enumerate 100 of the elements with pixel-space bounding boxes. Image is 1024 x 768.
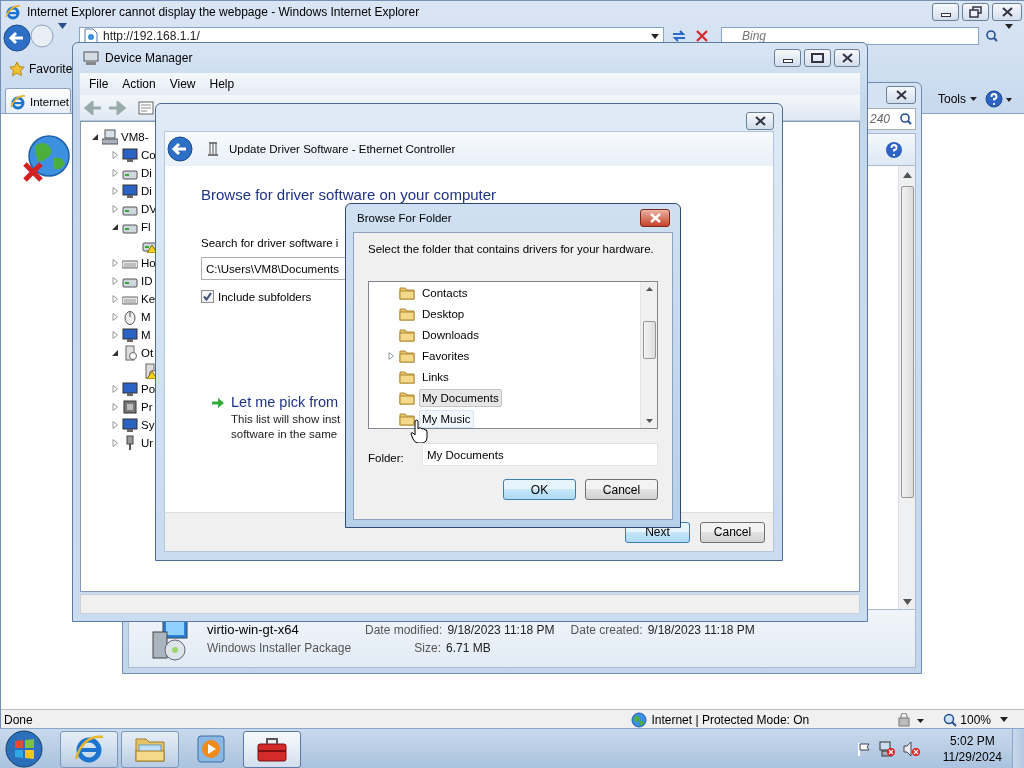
expand-icon[interactable] xyxy=(111,313,119,321)
expand-icon[interactable] xyxy=(111,151,119,159)
dialog-button[interactable]: Cancel xyxy=(700,521,765,543)
tree-item[interactable]: M xyxy=(141,329,151,341)
expand-icon[interactable] xyxy=(387,351,395,360)
monitor-icon xyxy=(122,381,138,397)
dialog-title: Browse For Folder xyxy=(357,212,453,224)
expand-icon[interactable] xyxy=(111,187,119,195)
tree-item[interactable]: ID xyxy=(141,275,153,287)
minimize-button[interactable] xyxy=(932,2,959,21)
dialog-button[interactable]: Cancel xyxy=(585,479,658,500)
scrollbar[interactable] xyxy=(640,282,657,428)
restore-button[interactable] xyxy=(962,2,989,21)
back-arrow-icon[interactable] xyxy=(84,100,102,115)
close-button[interactable] xyxy=(886,86,916,104)
folder-item[interactable]: My Music xyxy=(419,409,474,428)
properties-icon[interactable] xyxy=(138,100,154,115)
minimize-button[interactable] xyxy=(774,49,801,67)
collapse-icon[interactable] xyxy=(111,223,119,231)
lock-icon[interactable] xyxy=(897,712,926,727)
flag-icon[interactable] xyxy=(856,742,871,756)
collapse-icon[interactable] xyxy=(91,133,99,141)
close-button[interactable] xyxy=(640,209,670,227)
search-field[interactable]: Bing xyxy=(721,27,979,45)
scroll-down-icon xyxy=(645,419,653,423)
folder-item[interactable]: My Documents xyxy=(419,388,502,407)
scrollbar-thumb[interactable] xyxy=(900,186,914,498)
detail-value: 9/18/2023 11:18 PM xyxy=(447,622,555,637)
speaker-muted-icon[interactable] xyxy=(902,741,921,757)
folder-field[interactable]: My Documents xyxy=(422,443,658,466)
tree-item[interactable]: Fl xyxy=(141,221,151,233)
help-icon[interactable] xyxy=(985,90,1013,108)
tree-item[interactable]: Di xyxy=(141,167,152,179)
folder-icon xyxy=(399,284,415,301)
zoom-button[interactable]: 100% xyxy=(943,712,1008,727)
close-button[interactable] xyxy=(992,2,1022,21)
tree-item[interactable]: Ot xyxy=(141,347,154,359)
folder-item[interactable]: Downloads xyxy=(419,325,482,344)
back-button[interactable] xyxy=(3,24,31,52)
menu-item[interactable]: File xyxy=(82,73,116,95)
tree-item[interactable]: Ho xyxy=(141,257,156,269)
dialog-button[interactable]: OK xyxy=(503,479,576,500)
menu-item[interactable]: Action xyxy=(115,73,163,95)
expand-icon[interactable] xyxy=(111,331,119,339)
expand-icon[interactable] xyxy=(111,295,119,303)
taskbar-button[interactable] xyxy=(243,730,301,768)
maximize-icon xyxy=(810,52,825,64)
favorites-button[interactable]: Favorite xyxy=(29,62,73,76)
tree-item[interactable]: Di xyxy=(141,185,152,197)
tree-item[interactable]: Ur xyxy=(141,437,154,449)
tools-menu[interactable]: Tools xyxy=(938,92,977,106)
dropdown-icon[interactable] xyxy=(651,33,659,39)
tree-item[interactable]: M xyxy=(141,311,151,323)
expand-icon[interactable] xyxy=(111,439,119,447)
tree-item[interactable]: Sy xyxy=(141,419,155,431)
dropdown-icon[interactable] xyxy=(58,23,67,29)
path-field[interactable]: C:\Users\VM8\Documents xyxy=(201,257,346,280)
browser-tab[interactable]: Internet xyxy=(5,88,71,114)
search-icon[interactable] xyxy=(985,30,999,42)
folder-item[interactable]: Contacts xyxy=(419,283,471,302)
folder-item[interactable]: Desktop xyxy=(419,304,468,323)
expand-icon[interactable] xyxy=(111,277,119,285)
menu-item[interactable]: View xyxy=(162,73,203,95)
help-icon[interactable] xyxy=(885,140,903,159)
expand-icon[interactable] xyxy=(111,421,119,429)
expand-icon[interactable] xyxy=(111,169,119,177)
file-type: Windows Installer Package xyxy=(207,641,353,655)
collapse-icon[interactable] xyxy=(111,349,119,357)
expand-icon[interactable] xyxy=(111,205,119,213)
menu-item[interactable]: Help xyxy=(202,73,242,95)
pick-link[interactable]: Let me pick from xyxy=(231,394,341,410)
tree-item[interactable]: Co xyxy=(141,149,156,161)
network-error-icon[interactable] xyxy=(878,741,895,757)
maximize-button[interactable] xyxy=(804,49,831,67)
search-field[interactable]: 240 xyxy=(866,108,916,130)
tree-item[interactable]: VM8- xyxy=(121,131,149,143)
folder-item[interactable]: Links xyxy=(419,367,452,386)
expand-icon[interactable] xyxy=(111,403,119,411)
start-button[interactable] xyxy=(4,729,44,768)
chip-icon xyxy=(122,399,138,415)
tree-item[interactable]: Pr xyxy=(141,401,153,413)
folder-item[interactable]: Favorites xyxy=(419,346,473,365)
refresh-icon[interactable] xyxy=(671,29,687,43)
scroll-up-icon xyxy=(645,287,653,291)
window-title: Internet Explorer cannot display the webpage - Windows Internet Explorer xyxy=(27,4,421,19)
clock[interactable]: 5:02 PM 11/29/2024 xyxy=(942,733,1002,765)
back-button[interactable] xyxy=(167,136,193,162)
tree-item[interactable]: Ke xyxy=(141,293,156,305)
tree-item[interactable]: Po xyxy=(141,383,156,395)
dropdown-icon[interactable] xyxy=(1005,24,1013,29)
checkbox[interactable] xyxy=(201,290,214,303)
expand-icon[interactable] xyxy=(111,259,119,267)
close-button[interactable] xyxy=(834,49,860,67)
close-button[interactable] xyxy=(746,112,774,130)
stop-icon[interactable] xyxy=(696,30,708,42)
scrollbar-thumb[interactable] xyxy=(642,321,656,359)
minimize-icon xyxy=(782,59,793,63)
scrollbar[interactable] xyxy=(898,166,915,609)
expand-icon[interactable] xyxy=(111,385,119,393)
forward-arrow-icon[interactable] xyxy=(108,100,126,115)
